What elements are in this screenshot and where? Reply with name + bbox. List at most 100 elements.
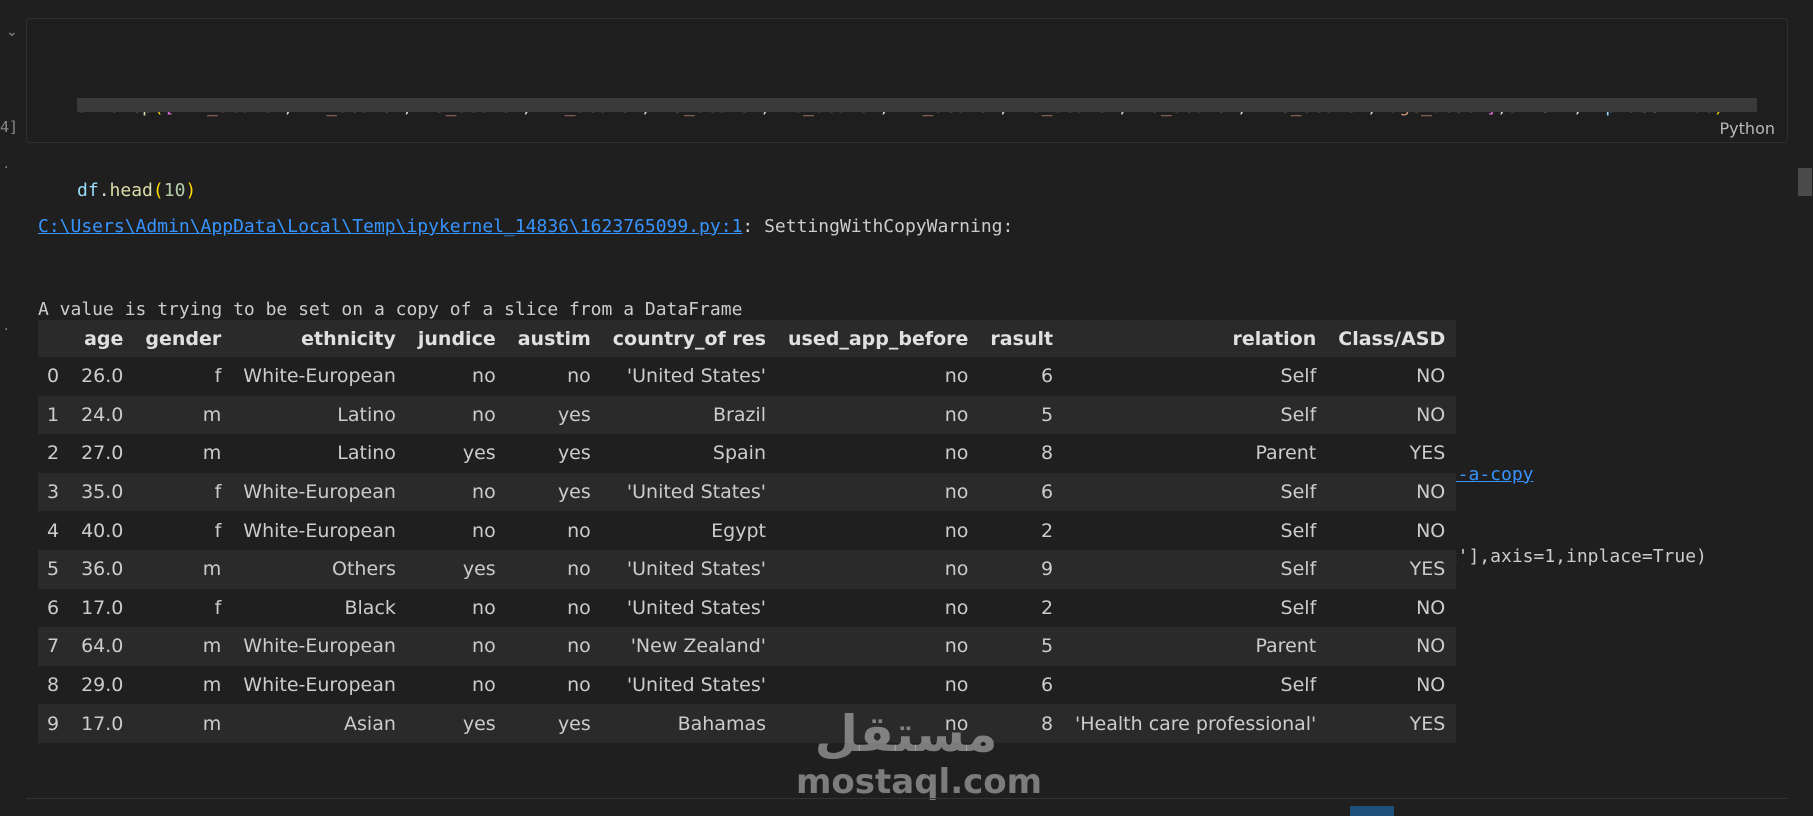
table-cell: no	[944, 712, 969, 735]
table-cell: 6	[1040, 481, 1054, 504]
table-body: 0 26.0 f White-European no no 'United States' n…	[38, 357, 1457, 743]
table-cell: no	[472, 674, 496, 697]
table-cell: Spain	[712, 442, 766, 465]
table-cell: White-European	[243, 481, 396, 504]
table-cell: 17.0	[81, 596, 124, 619]
execution-count: 4]	[0, 118, 19, 136]
table-cell: no	[472, 519, 496, 542]
table-cell: f	[214, 481, 222, 504]
row-index: 8	[47, 674, 60, 697]
table-row: 4 40.0 f White-European no no Egypt no 2 Self NO	[38, 511, 1457, 550]
table-cell: NO	[1416, 403, 1446, 426]
table-cell: no	[944, 442, 969, 465]
table-cell: YES	[1409, 442, 1446, 465]
table-cell: m	[202, 558, 222, 581]
table-cell: Parent	[1255, 442, 1317, 465]
table-cell: no	[944, 635, 969, 658]
table-cell: 24.0	[81, 403, 124, 426]
table-cell: 2	[1040, 519, 1054, 542]
output-dot-icon: ·	[4, 160, 9, 176]
table-cell: 6	[1040, 365, 1054, 388]
table-cell: White-European	[243, 519, 396, 542]
table-cell: yes	[462, 442, 496, 465]
table-cell: White-European	[243, 635, 396, 658]
row-index: 4	[47, 519, 60, 542]
table-cell: 'United States'	[626, 596, 766, 619]
table-cell: no	[472, 635, 496, 658]
cell-language-label[interactable]: Python	[1720, 119, 1775, 138]
vertical-scrollbar-thumb[interactable]	[1798, 168, 1812, 196]
table-cell: no	[567, 519, 591, 542]
table-cell: no	[567, 558, 591, 581]
table-cell: no	[944, 519, 969, 542]
table-cell: 29.0	[81, 674, 124, 697]
table-cell: 'United States'	[626, 558, 766, 581]
table-cell: NO	[1416, 596, 1446, 619]
table-cell: NO	[1416, 481, 1446, 504]
table-cell: 36.0	[81, 558, 124, 581]
table-cell: 8	[1040, 712, 1054, 735]
table-cell: yes	[557, 481, 591, 504]
table-cell: 9	[1040, 558, 1054, 581]
table-cell: Self	[1280, 596, 1317, 619]
chevron-down-icon[interactable]: ⌄	[6, 24, 18, 40]
table-cell: Latino	[337, 442, 396, 465]
code-cell-editor[interactable]: df.drop(['A1_Score','A2_Score','A3_Score…	[26, 18, 1788, 201]
column-header: austim	[506, 320, 602, 357]
table-cell: no	[472, 481, 496, 504]
status-indicator[interactable]	[1350, 806, 1394, 816]
table-cell: no	[944, 403, 969, 426]
horizontal-scrollbar[interactable]	[77, 98, 1757, 112]
table-cell: no	[944, 558, 969, 581]
table-row: 0 26.0 f White-European no no 'United States' n…	[38, 357, 1457, 396]
table-cell: 40.0	[81, 519, 124, 542]
table-cell: no	[567, 635, 591, 658]
table-cell: Self	[1280, 481, 1317, 504]
table-cell: NO	[1416, 674, 1446, 697]
table-cell: 'United States'	[626, 674, 766, 697]
table-cell: White-European	[243, 674, 396, 697]
column-header: jundice	[406, 320, 507, 357]
output-dot-icon: ·	[4, 322, 9, 338]
row-index: 2	[47, 442, 60, 465]
table-row: 7 64.0 m White-European no no 'New Zealand' no 5…	[38, 627, 1457, 666]
table-cell: Egypt	[711, 519, 766, 542]
table-cell: 'United States'	[626, 481, 766, 504]
table-cell: yes	[557, 442, 591, 465]
table-cell: yes	[557, 403, 591, 426]
row-index: 1	[47, 403, 60, 426]
table-cell: Brazil	[712, 403, 766, 426]
column-header: ethnicity	[232, 320, 407, 357]
column-header: country_of res	[601, 320, 777, 357]
column-header: relation	[1064, 320, 1328, 357]
table-cell: f	[214, 596, 222, 619]
table-cell: 5	[1040, 403, 1054, 426]
table-cell: no	[567, 596, 591, 619]
table-cell: no	[944, 365, 969, 388]
table-cell: no	[567, 365, 591, 388]
table-cell: 27.0	[81, 442, 124, 465]
row-index: 3	[47, 481, 60, 504]
table-cell: 6	[1040, 674, 1054, 697]
table-cell: 8	[1040, 442, 1054, 465]
table-cell: no	[944, 481, 969, 504]
table-cell: f	[214, 519, 222, 542]
table-cell: YES	[1409, 558, 1446, 581]
table-cell: no	[944, 596, 969, 619]
watermark-latin: mostaql.com	[796, 762, 1043, 802]
table-cell: yes	[462, 558, 496, 581]
table-cell: NO	[1416, 519, 1446, 542]
column-header: used_app_before	[777, 320, 980, 357]
warning-path-link[interactable]: C:\Users\Admin\AppData\Local\Temp\ipyker…	[38, 216, 742, 237]
notebook-page: ⌄ 4] · · df.drop(['A1_Score','A2_Score',…	[0, 0, 1813, 816]
table-cell: NO	[1416, 365, 1446, 388]
column-header	[38, 320, 71, 357]
row-index: 6	[47, 596, 60, 619]
table-cell: f	[214, 365, 222, 388]
table-row: 8 29.0 m White-European no no 'United States' n…	[38, 665, 1457, 705]
table-cell: m	[202, 635, 222, 658]
dataframe-table: age gender ethnicity jundice austim country_o…	[38, 320, 1457, 743]
table-cell: 'New Zealand'	[630, 635, 766, 658]
table-cell: Black	[344, 596, 396, 619]
table-row: 1 24.0 m Latino no yes Brazil no 5 Self NO	[38, 395, 1457, 435]
